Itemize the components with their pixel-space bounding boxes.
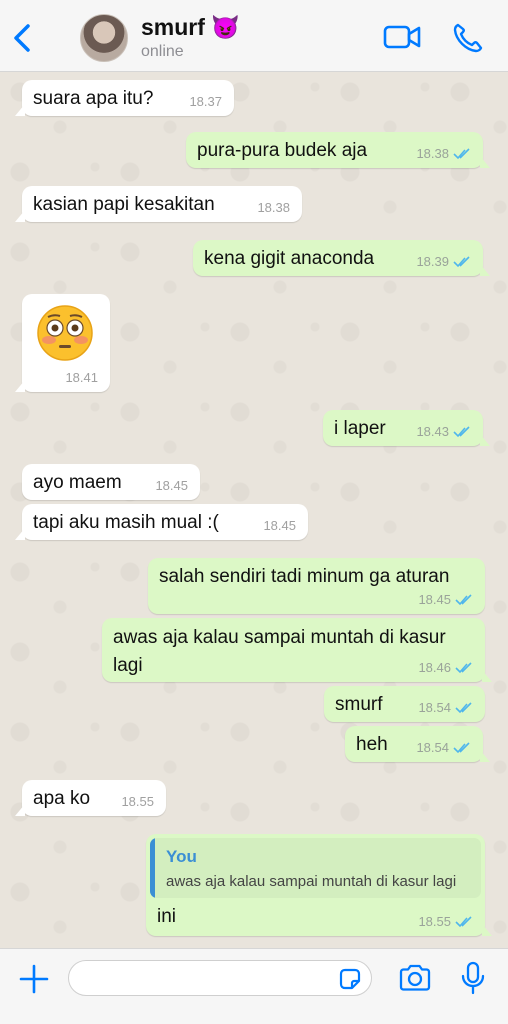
message-outgoing[interactable]: smurf 18.54	[324, 686, 485, 722]
message-text: kena gigit anaconda	[204, 248, 375, 269]
plus-icon[interactable]	[18, 963, 50, 995]
sticker-icon[interactable]	[337, 966, 363, 992]
message-time: 18.37	[189, 94, 222, 109]
read-ticks-icon	[455, 702, 472, 714]
message-outgoing[interactable]: heh 18.54	[345, 726, 490, 762]
contact-name[interactable]: smurf 😈	[141, 14, 240, 41]
microphone-icon[interactable]	[460, 961, 486, 995]
message-outgoing[interactable]: awas aja kalau sampai muntah di kasur la…	[102, 618, 492, 682]
message-text: apa ko	[33, 788, 91, 809]
message-outgoing[interactable]: pura-pura budek aja 18.38	[186, 132, 490, 168]
flushed-face-icon	[37, 305, 93, 361]
message-text: pura-pura budek aja	[197, 140, 368, 161]
message-incoming[interactable]: ayo maem 18.45	[22, 464, 200, 500]
message-text: i laper	[334, 418, 386, 439]
message-time: 18.46	[418, 660, 451, 675]
message-text: ini	[157, 906, 177, 927]
message-time: 18.43	[416, 424, 449, 439]
read-ticks-icon	[455, 916, 472, 928]
message-incoming[interactable]: suara apa itu? 18.37	[15, 80, 234, 116]
camera-icon[interactable]	[398, 963, 432, 993]
message-time: 18.38	[416, 146, 449, 161]
message-text: tapi aku masih mual :(	[33, 512, 219, 533]
message-time: 18.54	[416, 740, 449, 755]
read-ticks-icon	[455, 594, 472, 606]
message-time: 18.45	[263, 518, 296, 533]
message-time: 18.45	[155, 478, 188, 493]
contact-status: online	[141, 43, 184, 60]
message-outgoing-reply[interactable]: You awas aja kalau sampai muntah di kasu…	[146, 834, 492, 936]
phone-icon[interactable]	[452, 22, 484, 54]
message-incoming[interactable]: tapi aku masih mual :( 18.45	[15, 504, 308, 540]
message-text: salah sendiri tadi minum ga aturan	[159, 566, 450, 587]
read-ticks-icon	[455, 662, 472, 674]
read-ticks-icon	[453, 148, 470, 160]
video-call-icon[interactable]	[383, 22, 421, 52]
message-text: kasian papi kesakitan	[33, 194, 215, 215]
message-time: 18.45	[418, 592, 451, 607]
read-ticks-icon	[453, 426, 470, 438]
message-time: 18.39	[416, 254, 449, 269]
avatar[interactable]	[80, 14, 128, 62]
message-incoming[interactable]: apa ko 18.55	[15, 780, 166, 816]
message-outgoing[interactable]: kena gigit anaconda 18.39	[193, 240, 490, 276]
quote-author: You	[166, 847, 197, 866]
read-ticks-icon	[453, 742, 470, 754]
message-text: heh	[356, 734, 388, 755]
message-input[interactable]	[68, 960, 372, 996]
quote-bar	[150, 838, 155, 898]
message-incoming[interactable]: kasian papi kesakitan 18.38	[15, 186, 302, 222]
quote-text: awas aja kalau sampai muntah di kasur la…	[166, 873, 457, 890]
message-text: suara apa itu?	[33, 88, 154, 109]
message-time: 18.38	[257, 200, 290, 215]
message-text: smurf	[335, 694, 383, 715]
message-outgoing[interactable]: i laper 18.43	[323, 410, 490, 446]
chat-header: smurf 😈 online	[0, 0, 508, 72]
message-text: ayo maem	[33, 472, 122, 493]
message-time: 18.55	[418, 914, 451, 929]
chat-area[interactable]: suara apa itu? 18.37 pura-pura budek aja…	[0, 72, 508, 948]
message-time: 18.55	[121, 794, 154, 809]
contact-emoji: 😈	[211, 14, 240, 40]
message-time: 18.54	[418, 700, 451, 715]
quoted-message[interactable]: You awas aja kalau sampai muntah di kasu…	[150, 838, 481, 898]
chevron-left-icon[interactable]	[8, 20, 38, 56]
composer-bar	[0, 948, 508, 1024]
message-incoming-emoji[interactable]: 18.41	[15, 294, 110, 392]
read-ticks-icon	[453, 256, 470, 268]
message-outgoing[interactable]: salah sendiri tadi minum ga aturan 18.45	[148, 558, 485, 614]
message-time: 18.41	[65, 370, 98, 385]
